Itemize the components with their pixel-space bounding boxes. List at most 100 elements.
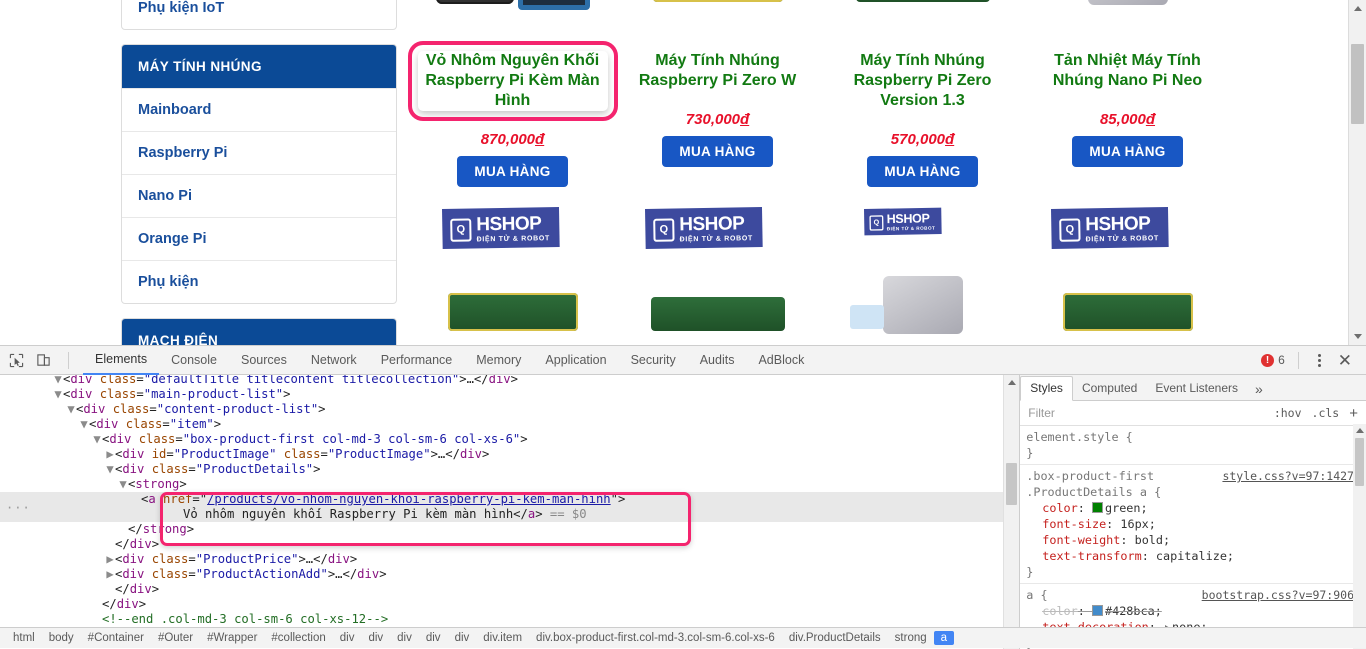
- style-rule[interactable]: style.css?v=97:1427 .box-product-first .P…: [1020, 465, 1366, 584]
- buy-button[interactable]: MUA HÀNG: [867, 156, 978, 187]
- dom-node[interactable]: </strong >: [0, 522, 1019, 537]
- dom-tree-scrollbar[interactable]: [1003, 375, 1020, 649]
- style-value[interactable]: : green;: [1078, 501, 1148, 515]
- style-source-link[interactable]: bootstrap.css?v=97:906: [1202, 587, 1354, 603]
- tab-audits[interactable]: Audits: [688, 346, 747, 374]
- sidebar-item-nano-pi[interactable]: Nano Pi: [122, 174, 396, 217]
- product-image[interactable]: Q HSHOP ĐIỆN TỬ & ROBOT: [1033, 201, 1223, 345]
- dom-node[interactable]: ▼ < div class = "item" >: [0, 417, 1019, 432]
- new-style-rule-button[interactable]: +: [1349, 406, 1358, 421]
- tab-application[interactable]: Application: [533, 346, 618, 374]
- dom-node[interactable]: ▼ < div class = "ProductDetails" >: [0, 462, 1019, 477]
- breadcrumb-item[interactable]: div: [333, 631, 362, 645]
- sidebar-item-phụ-kiện[interactable]: Phụ kiện: [122, 260, 396, 303]
- dom-node[interactable]: ▶ < div class = "ProductPrice" >…</div >: [0, 552, 1019, 567]
- inspect-element-icon[interactable]: [8, 352, 25, 369]
- style-property[interactable]: font-size: [1026, 517, 1106, 531]
- styles-more-tabs-icon[interactable]: »: [1247, 378, 1271, 400]
- style-declaration[interactable]: font-size: 16px;: [1026, 516, 1366, 532]
- tab-console[interactable]: Console: [159, 346, 229, 374]
- product-image[interactable]: Q HSHOP ĐIỆN TỬ & ROBOT: [828, 201, 1018, 345]
- sidebar-item-mainboard[interactable]: Mainboard: [122, 88, 396, 131]
- styles-filter-input[interactable]: Filter: [1028, 406, 1264, 420]
- breadcrumb-item[interactable]: div: [419, 631, 448, 645]
- tab-adblock[interactable]: AdBlock: [746, 346, 816, 374]
- style-value[interactable]: : bold;: [1120, 533, 1170, 547]
- dom-node[interactable]: ▶ < div class = "ProductActionAdd" >…</div >: [0, 567, 1019, 582]
- dom-node[interactable]: ▼ < strong >: [0, 477, 1019, 492]
- styles-scrollbar[interactable]: [1353, 424, 1366, 649]
- styles-scroll-up-icon[interactable]: [1353, 424, 1366, 437]
- product-title[interactable]: Máy Tính Nhúng Raspberry Pi Zero Version…: [828, 51, 1018, 111]
- style-source-link[interactable]: style.css?v=97:1427: [1222, 468, 1354, 484]
- breadcrumb-item[interactable]: div: [448, 631, 477, 645]
- breadcrumb-item[interactable]: #Outer: [151, 631, 200, 645]
- color-swatch[interactable]: [1091, 502, 1103, 513]
- style-declaration[interactable]: color: #428bca;: [1026, 603, 1366, 619]
- style-declaration[interactable]: text-transform: capitalize;: [1026, 548, 1366, 564]
- product-image[interactable]: Q HSHOP ĐIỆN TỬ & ROBOT: [828, 0, 1018, 47]
- dom-node[interactable]: < a href ="/products/vo-nhom-nguyen-khoi-r…: [0, 492, 1020, 507]
- styles-rule-list[interactable]: element.style {} style.css?v=97:1427 .box-…: [1020, 426, 1366, 649]
- dom-node[interactable]: ▼ < div class = "box-product-first col-md-3 …: [0, 432, 1019, 447]
- sidebar-item-orange-pi[interactable]: Orange Pi: [122, 217, 396, 260]
- breadcrumb-item[interactable]: #Container: [81, 631, 151, 645]
- styles-tab-styles[interactable]: Styles: [1020, 376, 1073, 401]
- tab-memory[interactable]: Memory: [464, 346, 533, 374]
- styles-filter-bar[interactable]: Filter :hov .cls +: [1020, 401, 1366, 426]
- dom-node[interactable]: ▼ < div class = "main-product-list" >: [0, 387, 1019, 402]
- hov-toggle[interactable]: :hov: [1274, 406, 1302, 420]
- device-toolbar-icon[interactable]: [35, 352, 52, 369]
- style-property[interactable]: color: [1026, 501, 1078, 515]
- breadcrumb-item[interactable]: div.item: [476, 631, 529, 645]
- page-scrollbar[interactable]: [1348, 0, 1366, 345]
- tab-sources[interactable]: Sources: [229, 346, 299, 374]
- style-value[interactable]: : 16px;: [1106, 517, 1156, 531]
- product-title[interactable]: Vỏ Nhôm Nguyên Khối Raspberry Pi Kèm Màn…: [407, 41, 618, 121]
- style-rule[interactable]: element.style {}: [1020, 426, 1366, 465]
- sidebar-item-raspberry-pi[interactable]: Raspberry Pi: [122, 131, 396, 174]
- scroll-down-arrow-icon[interactable]: [1349, 328, 1366, 345]
- dom-scroll-up-icon[interactable]: [1004, 375, 1019, 390]
- dom-node[interactable]: ▼ < div class = "content-product-list" >: [0, 402, 1019, 417]
- style-value[interactable]: : #428bca;: [1078, 604, 1162, 618]
- scroll-up-arrow-icon[interactable]: [1349, 0, 1366, 17]
- product-image[interactable]: Q HSHOP ĐIỆN TỬ & ROBOT: [623, 0, 813, 47]
- product-image[interactable]: Q HSHOP ĐIỆN TỬ & ROBOT: [1033, 0, 1223, 47]
- close-devtools-icon[interactable]: ✕: [1334, 352, 1356, 369]
- error-count-badge[interactable]: ! 6: [1261, 353, 1285, 367]
- color-swatch[interactable]: [1091, 605, 1103, 616]
- sidebar-item-phụ-kiện-iot[interactable]: Phụ kiện IoT: [122, 0, 396, 29]
- tab-network[interactable]: Network: [299, 346, 369, 374]
- page-scrollbar-thumb[interactable]: [1351, 44, 1364, 124]
- dom-node[interactable]: ▼ < div class = "defaultTitle titlecontent t…: [0, 375, 1019, 387]
- tab-elements[interactable]: Elements: [83, 345, 160, 375]
- more-options-icon[interactable]: [1312, 353, 1327, 367]
- breadcrumb-item[interactable]: a: [933, 631, 955, 645]
- styles-scrollbar-thumb[interactable]: [1355, 438, 1364, 486]
- dom-node[interactable]: <!--end .col-md-3 col-sm-6 col-xs-12-->: [0, 612, 1019, 627]
- breadcrumb-item[interactable]: div: [361, 631, 390, 645]
- style-property[interactable]: font-weight: [1026, 533, 1120, 547]
- buy-button[interactable]: MUA HÀNG: [457, 156, 568, 187]
- product-image[interactable]: Q HSHOP ĐIỆN TỬ & ROBOT: [418, 0, 608, 47]
- breadcrumb-item[interactable]: #Wrapper: [200, 631, 264, 645]
- breadcrumb-item[interactable]: div.ProductDetails: [782, 631, 888, 645]
- style-property[interactable]: color: [1026, 604, 1078, 618]
- style-declaration[interactable]: font-weight: bold;: [1026, 532, 1366, 548]
- breadcrumb-item[interactable]: strong: [888, 631, 934, 645]
- breadcrumb-item[interactable]: div: [390, 631, 419, 645]
- buy-button[interactable]: MUA HÀNG: [662, 136, 773, 167]
- tab-security[interactable]: Security: [619, 346, 688, 374]
- buy-button[interactable]: MUA HÀNG: [1072, 136, 1183, 167]
- dom-node[interactable]: Vỏ nhôm nguyên khối Raspberry Pi kèm màn…: [0, 507, 1020, 522]
- cls-toggle[interactable]: .cls: [1312, 406, 1340, 420]
- style-selector[interactable]: element.style {: [1026, 429, 1366, 445]
- breadcrumb-item[interactable]: html: [6, 631, 42, 645]
- breadcrumb-item[interactable]: body: [42, 631, 81, 645]
- style-property[interactable]: text-transform: [1026, 549, 1141, 563]
- product-title[interactable]: Máy Tính Nhúng Raspberry Pi Zero W: [623, 51, 813, 91]
- dom-scrollbar-thumb[interactable]: [1006, 463, 1018, 505]
- style-declaration[interactable]: color: green;: [1026, 500, 1366, 516]
- tab-performance[interactable]: Performance: [369, 346, 465, 374]
